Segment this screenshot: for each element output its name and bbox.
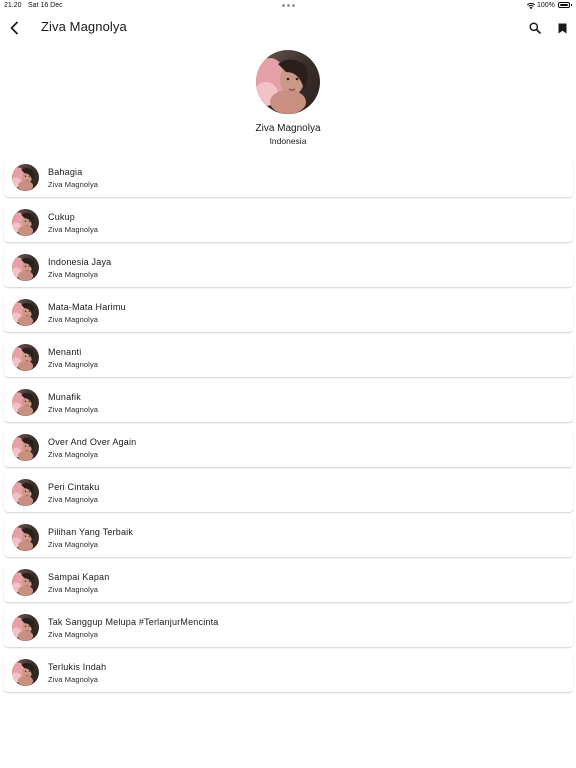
song-title: Terlukis Indah: [48, 662, 107, 672]
bookmark-button[interactable]: [552, 18, 572, 38]
artist-country: Indonesia: [269, 136, 307, 146]
multitasking-dots-icon[interactable]: [282, 4, 295, 7]
back-button[interactable]: [4, 18, 24, 38]
list-item[interactable]: Terlukis Indah Ziva Magnolya: [4, 654, 573, 692]
song-artist: Ziva Magnolya: [48, 450, 99, 459]
status-date: Sat 16 Dec: [28, 2, 63, 9]
song-artist: Ziva Magnolya: [48, 270, 99, 279]
song-title: Mata-Mata Harimu: [48, 302, 126, 312]
song-artist: Ziva Magnolya: [48, 180, 99, 189]
song-artist: Ziva Magnolya: [48, 360, 99, 369]
artist-photo: [256, 50, 320, 114]
song-title: Bahagia: [48, 167, 83, 177]
battery-icon: [558, 2, 570, 8]
song-artist: Ziva Magnolya: [48, 315, 99, 324]
song-title: Menanti: [48, 347, 82, 357]
song-thumbnail: [12, 524, 39, 551]
list-item[interactable]: Tak Sanggup Melupa #TerlanjurMencinta Zi…: [4, 609, 573, 647]
artist-name: Ziva Magnolya: [255, 123, 321, 134]
list-item[interactable]: Sampai Kapan Ziva Magnolya: [4, 564, 573, 602]
bookmark-icon: [558, 23, 566, 33]
list-item[interactable]: Pilihan Yang Terbaik Ziva Magnolya: [4, 519, 573, 557]
song-artist: Ziva Magnolya: [48, 630, 99, 639]
song-thumbnail: [12, 344, 39, 371]
search-icon: [529, 22, 541, 34]
song-thumbnail: [12, 389, 39, 416]
list-item[interactable]: Munafik Ziva Magnolya: [4, 384, 573, 422]
list-item[interactable]: Menanti Ziva Magnolya: [4, 339, 573, 377]
list-item[interactable]: Indonesia Jaya Ziva Magnolya: [4, 249, 573, 287]
song-artist: Ziva Magnolya: [48, 225, 99, 234]
song-title: Tak Sanggup Melupa #TerlanjurMencinta: [48, 617, 219, 627]
list-item[interactable]: Cukup Ziva Magnolya: [4, 204, 573, 242]
song-thumbnail: [12, 479, 39, 506]
artist-avatar: [256, 50, 320, 114]
status-bar: 21.20 Sat 16 Dec 100%: [0, 0, 576, 12]
song-artist: Ziva Magnolya: [48, 405, 99, 414]
page-title: Ziva Magnolya: [41, 19, 127, 34]
song-title: Sampai Kapan: [48, 572, 110, 582]
song-title: Over And Over Again: [48, 437, 137, 447]
status-time: 21.20: [4, 2, 22, 9]
artist-header: Ziva Magnolya Indonesia: [0, 50, 576, 146]
list-item[interactable]: Bahagia Ziva Magnolya: [4, 159, 573, 197]
search-button[interactable]: [525, 18, 545, 38]
list-item[interactable]: Mata-Mata Harimu Ziva Magnolya: [4, 294, 573, 332]
song-thumbnail: [12, 299, 39, 326]
list-item[interactable]: Over And Over Again Ziva Magnolya: [4, 429, 573, 467]
song-list: Bahagia Ziva Magnolya Cukup Ziva Magnoly…: [4, 159, 573, 699]
song-title: Munafik: [48, 392, 81, 402]
song-thumbnail: [12, 659, 39, 686]
song-thumbnail: [12, 164, 39, 191]
song-artist: Ziva Magnolya: [48, 540, 99, 549]
wifi-icon: [526, 2, 536, 10]
song-thumbnail: [12, 569, 39, 596]
song-artist: Ziva Magnolya: [48, 675, 99, 684]
song-thumbnail: [12, 209, 39, 236]
song-title: Indonesia Jaya: [48, 257, 112, 267]
list-item[interactable]: Peri Cintaku Ziva Magnolya: [4, 474, 573, 512]
song-title: Peri Cintaku: [48, 482, 100, 492]
song-thumbnail: [12, 614, 39, 641]
song-artist: Ziva Magnolya: [48, 585, 99, 594]
song-thumbnail: [12, 434, 39, 461]
song-thumbnail: [12, 254, 39, 281]
song-title: Cukup: [48, 212, 76, 222]
back-arrow-icon: [10, 21, 18, 35]
battery-percent: 100%: [537, 2, 555, 9]
app-bar: Ziva Magnolya: [0, 12, 576, 44]
song-artist: Ziva Magnolya: [48, 495, 99, 504]
song-title: Pilihan Yang Terbaik: [48, 527, 134, 537]
